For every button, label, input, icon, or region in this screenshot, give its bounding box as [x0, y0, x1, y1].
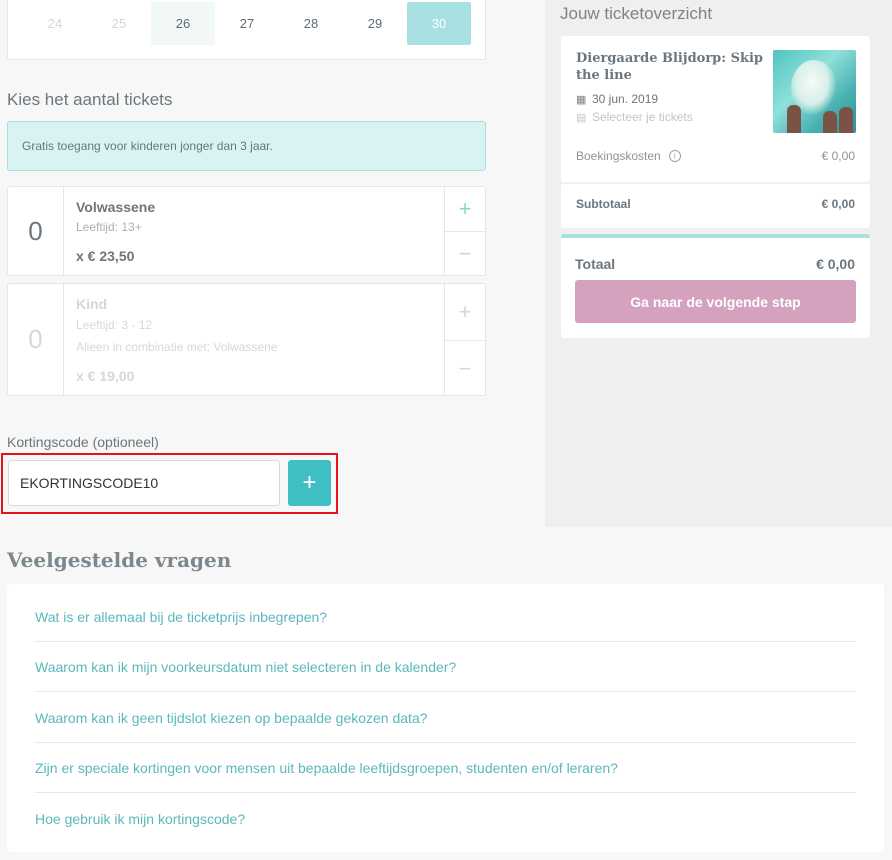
total-value: € 0,00: [816, 256, 855, 272]
total-label: Totaal: [575, 256, 616, 272]
attraction-thumbnail: [773, 50, 856, 133]
ticket-age: Leeftijd: 13+: [76, 220, 142, 234]
ticket-icon: ▤: [576, 111, 587, 124]
booking-fee-value: € 0,00: [821, 149, 855, 163]
calendar-day-30[interactable]: 30: [407, 2, 471, 45]
calendar-day-27[interactable]: 27: [215, 2, 279, 45]
booking-fee: Boekingskosten i: [576, 149, 681, 163]
faq-item[interactable]: Wat is er allemaal bij de ticketprijs in…: [35, 592, 856, 642]
attraction-name: Diergaarde Blijdorp: Skip the line: [576, 51, 764, 83]
select-tickets-text: Selecteer je tickets: [592, 110, 693, 124]
decrease-button[interactable]: −: [445, 340, 485, 396]
free-entry-notice: Gratis toegang voor kinderen jonger dan …: [7, 121, 486, 171]
ticket-child: 0 Kind Leeftijd: 3 - 12 Alleen in combin…: [7, 283, 486, 396]
tickets-title: Kies het aantal tickets: [7, 90, 173, 109]
calendar: 24 25 26 27 28 29 30: [7, 0, 486, 60]
ticket-price: x € 19,00: [76, 368, 135, 384]
ticket-quantity: 0: [8, 187, 64, 275]
faq-title: Veelgestelde vragen: [7, 548, 232, 572]
quantity-stepper: + −: [444, 284, 485, 395]
subtotal-card: Subtotaal € 0,00: [561, 184, 870, 228]
quantity-stepper: + −: [444, 187, 485, 275]
ticket-price: x € 23,50: [76, 248, 135, 264]
total-card: Totaal € 0,00 Ga naar de volgende stap: [561, 234, 870, 338]
decrease-button[interactable]: −: [445, 231, 485, 276]
subtotal-value: € 0,00: [821, 197, 855, 211]
calendar-day-25: 25: [111, 16, 127, 31]
increase-button[interactable]: +: [445, 187, 485, 231]
ticket-age: Leeftijd: 3 - 12: [76, 318, 153, 332]
booking-fee-label: Boekingskosten: [576, 149, 661, 163]
ticket-quantity: 0: [8, 284, 64, 395]
add-coupon-button[interactable]: +: [288, 460, 331, 506]
overview-date: ▦ 30 jun. 2019: [576, 92, 658, 106]
next-step-button[interactable]: Ga naar de volgende stap: [575, 280, 856, 323]
faq-list: Wat is er allemaal bij de ticketprijs in…: [7, 584, 884, 852]
increase-button[interactable]: +: [445, 284, 485, 340]
subtotal-label: Subtotaal: [576, 197, 631, 211]
visitor-silhouette: [787, 105, 801, 133]
ticket-adult: 0 Volwassene Leeftijd: 13+ x € 23,50 + −: [7, 186, 486, 276]
overview-date-text: 30 jun. 2019: [592, 92, 659, 106]
calendar-day-28[interactable]: 28: [279, 2, 343, 45]
coupon-label: Kortingscode (optioneel): [7, 434, 159, 450]
calendar-day-24: 24: [47, 16, 63, 31]
overview-card: Diergaarde Blijdorp: Skip the line ▦ 30 …: [561, 36, 870, 182]
calendar-day-26[interactable]: 26: [151, 2, 215, 45]
calendar-icon: ▦: [576, 93, 587, 106]
overview-title: Jouw ticketoverzicht: [560, 4, 713, 23]
overview-select: ▤ Selecteer je tickets: [576, 110, 693, 124]
faq-item[interactable]: Waarom kan ik geen tijdslot kiezen op be…: [35, 693, 856, 743]
ticket-name: Volwassene: [76, 199, 156, 215]
ticket-combination-note: Alleen in combinatie met: Volwassene: [76, 340, 278, 354]
page: 24 25 26 27 28 29 30 Kies het aantal tic…: [0, 0, 892, 860]
calendar-day-29[interactable]: 29: [343, 2, 407, 45]
ticket-name: Kind: [76, 296, 108, 312]
coupon-input[interactable]: [8, 460, 280, 506]
faq-item[interactable]: Waarom kan ik mijn voorkeursdatum niet s…: [35, 642, 856, 692]
info-icon[interactable]: i: [668, 150, 681, 162]
faq-item[interactable]: Zijn er speciale kortingen voor mensen u…: [35, 743, 856, 793]
faq-item[interactable]: Hoe gebruik ik mijn kortingscode?: [35, 794, 856, 844]
visitor-silhouette: [823, 111, 837, 133]
visitor-silhouette: [839, 107, 853, 133]
